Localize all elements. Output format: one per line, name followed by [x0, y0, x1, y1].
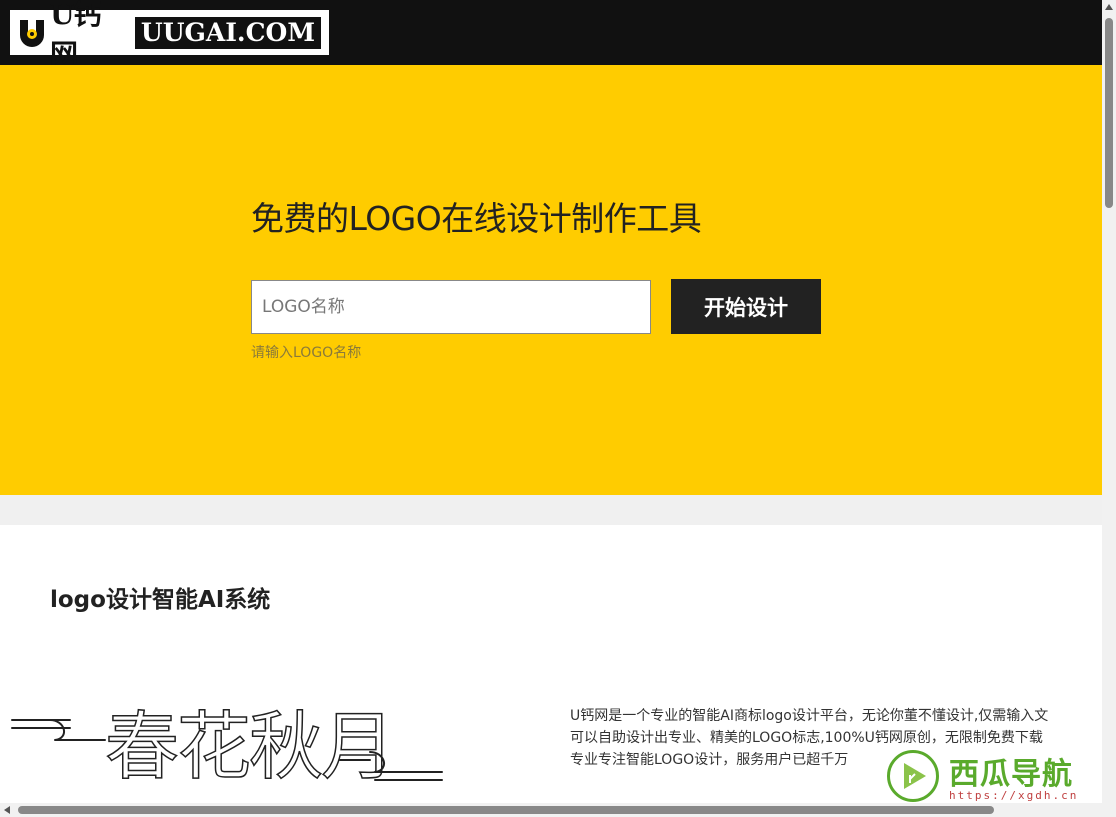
site-logo[interactable]: U钙网 UUGAI.COM	[10, 0, 329, 71]
watermark-badge: 西瓜导航 https://xgdh.cn	[885, 745, 1102, 805]
section-divider	[0, 495, 1102, 525]
logo-name-input[interactable]	[251, 280, 651, 334]
top-header: U钙网 UUGAI.COM	[0, 0, 1102, 71]
scroll-left-arrow-icon[interactable]	[4, 806, 10, 814]
watermelon-icon	[887, 750, 939, 802]
section-title: logo设计智能AI系统	[50, 587, 271, 613]
hero-title: 免费的LOGO在线设计制作工具	[251, 199, 702, 238]
logo-domain-text: UUGAI.COM	[134, 16, 321, 49]
horizontal-scrollbar[interactable]	[0, 803, 1102, 817]
start-design-button[interactable]: 开始设计	[671, 279, 821, 334]
vertical-scroll-thumb[interactable]	[1105, 18, 1113, 208]
sample-logo-art: 春花秋月	[10, 690, 450, 791]
hero-section: 免费的LOGO在线设计制作工具 开始设计 请输入LOGO名称	[0, 65, 1102, 495]
description-line: U钙网是一个专业的智能AI商标logo设计平台，无论你董不懂设计,仅需输入文	[570, 708, 1049, 724]
watermark-text: 西瓜导航	[949, 757, 1073, 792]
vertical-scrollbar[interactable]	[1102, 0, 1116, 817]
horizontal-scroll-thumb[interactable]	[18, 806, 994, 814]
scroll-up-arrow-icon[interactable]	[1105, 4, 1113, 10]
sample-logo-text: 春花秋月	[105, 704, 393, 785]
gear-u-logo-icon	[18, 18, 46, 48]
input-hint: 请输入LOGO名称	[251, 345, 362, 361]
watermark-url: https://xgdh.cn	[949, 789, 1079, 802]
logo-chinese-text: U钙网	[50, 0, 101, 71]
